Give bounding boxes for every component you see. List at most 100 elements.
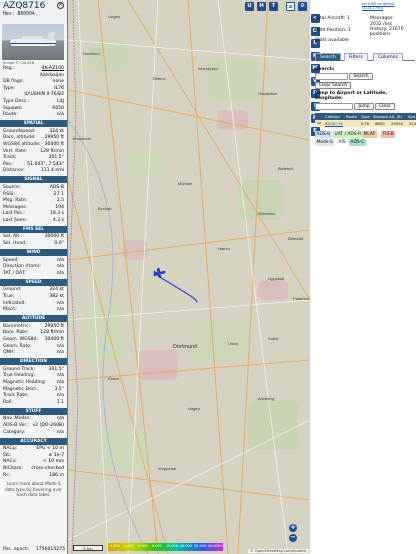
zoom-out-button[interactable]: −: [289, 533, 297, 542]
typedesc-row: Type Desc.: L4J: [3, 98, 64, 104]
with-position: With Position: 1: [315, 28, 351, 33]
direction-label: Track Rate:: [3, 393, 29, 399]
col-callsign[interactable]: Callsign: [325, 113, 340, 120]
stats-available[interactable]: Stats available: [315, 38, 349, 43]
tab-filters[interactable]: Filters: [344, 53, 368, 61]
altitude-tick-label: 2,000: [110, 543, 120, 548]
jump-button[interactable]: Jump: [354, 102, 374, 110]
signal-label: Msg. Rate:: [3, 198, 28, 204]
github-link[interactable]: tar1090 on github (3.14.1750): [362, 2, 416, 10]
direction-row: Magnetic Heading: n/a: [0, 380, 67, 387]
speed-group: Ground: 324 kt True: 382 kt Indicated: n/a Mac…: [0, 287, 67, 313]
col-squawk[interactable]: Squawk: [373, 113, 388, 120]
row-altitude: 29950: [391, 121, 404, 126]
search-button[interactable]: Search: [349, 73, 373, 80]
signal-row: Last Seen: 4.2 s: [0, 218, 67, 225]
accuracy-label: NACp:: [3, 446, 18, 452]
col-route[interactable]: Route: [346, 113, 357, 120]
registration-link[interactable]: 4K-AZ100: [42, 66, 64, 73]
aircraft-photo[interactable]: [2, 24, 64, 60]
map-scale: 2 km: [73, 545, 103, 551]
direction-value: n/a: [56, 373, 64, 379]
country: Azerbaijan: [39, 72, 64, 78]
altitude-value: 128 ft/min: [40, 330, 64, 336]
search-input[interactable]: [315, 73, 348, 80]
land-use-area: [188, 320, 248, 360]
clear-button[interactable]: Clear: [375, 102, 395, 110]
source-legend-3[interactable]: TIS-B: [381, 131, 396, 138]
country-flag-icon: AZ: [317, 121, 322, 125]
reg-row: Reg.: 4K-AZ100: [3, 66, 64, 73]
sidebar-tabs: Search Filters Columns: [315, 53, 415, 61]
city-label: Dortmund: [173, 344, 197, 350]
section-fms: FMS SEL: [0, 225, 67, 233]
table-row[interactable]: AZ AZQ8716 IL76 6650 29950 324: [315, 120, 416, 127]
map-button-t[interactable]: T: [269, 2, 278, 11]
signal-row: Source: ADS-B: [0, 185, 67, 192]
city-label: Lippstadt: [268, 276, 285, 281]
col-altitude[interactable]: Alt. (ft): [389, 113, 402, 120]
direction-row: True Heading: n/a: [0, 373, 67, 380]
map-attribution[interactable]: © OpenStreetMap contributors.: [248, 549, 309, 553]
jump-input[interactable]: [315, 103, 353, 110]
city-label: Hamm: [218, 246, 230, 251]
source-legend-row-1: ADS-B UAT / ADS-R MLAT TIS-B: [315, 131, 416, 138]
altitude-tick-label: 40,000+: [208, 543, 223, 548]
city-label: Paderborn: [293, 296, 310, 301]
stuff-label: Nav. Modes:: [3, 416, 31, 422]
speed-row: Mach: n/a: [0, 307, 67, 314]
altitude-tick-label: 6,000: [138, 543, 148, 548]
spatial-row: WGS84 altitude: 30400 ft: [0, 142, 67, 149]
source-legend-2[interactable]: MLAT: [362, 131, 377, 138]
tab-columns[interactable]: Columns: [373, 53, 403, 61]
section-accuracy: ACCURACY: [0, 437, 67, 445]
col-type[interactable]: Type: [361, 113, 370, 120]
hex-code: 800004: [17, 12, 35, 17]
stuff-group: Nav. Modes: n/a ADS-B Ver.: v2 (DO-260B) Cat…: [0, 416, 67, 436]
accuracy-value: cross-checked: [31, 465, 64, 471]
speed-label: True:: [3, 294, 15, 300]
altitude-tick-label: 4,000: [124, 543, 134, 548]
altitude-tick-label: 30,000: [194, 543, 206, 548]
row-type: IL76: [361, 121, 370, 126]
source-legend-5[interactable]: AIS: [337, 139, 348, 146]
source-legend-6[interactable]: ADS-C: [349, 139, 366, 146]
altitude-row: Geom. WGS84: 30400 ft: [0, 337, 67, 344]
map-canvas[interactable]: Lingen Nordhorn Rheine Ibbenbüren Osnabrück B…: [68, 0, 310, 554]
source-legend-0[interactable]: ADS-B: [315, 131, 332, 138]
direction-label: True Heading:: [3, 373, 35, 379]
accuracy-label: NACv:: [3, 459, 17, 465]
layers-icon[interactable]: ≡: [286, 2, 295, 11]
row-callsign[interactable]: AZQ8716: [325, 120, 343, 127]
tab-search[interactable]: Search: [315, 53, 341, 61]
section-speed: SPEED: [0, 278, 67, 286]
aircraft-table-header: Callsign Route Type Squawk Alt. (ft) Spd: [315, 113, 416, 120]
fms-row: Sel. Head.: 0.0°: [0, 241, 67, 248]
learn-more-note: Learn more about Mode S data type by hov…: [4, 481, 63, 497]
map-button-u[interactable]: U: [245, 2, 254, 11]
wind-group: Speed: n/a Direction (from): n/a TAT / OAT: n…: [0, 258, 67, 278]
accuracy-row: NACp: EPU < 10 m: [0, 446, 67, 453]
row-speed: 324: [409, 121, 416, 126]
source-legend-4[interactable]: Mode-S: [315, 139, 335, 146]
map-view[interactable]: Lingen Nordhorn Rheine Ibbenbüren Osnabrück B…: [68, 0, 310, 554]
altitude-label: QNH:: [3, 350, 16, 356]
signal-group: Source: ADS-B RSSI: -27.1 Msg. Rate: 2.5 Messa…: [0, 185, 67, 225]
city-label: Rheine: [153, 76, 166, 81]
source-legend-1[interactable]: UAT / ADS-R: [333, 131, 363, 138]
messages-label: Messages:: [370, 16, 395, 21]
city-label: Enschede: [73, 136, 92, 141]
pos-epoch-footer: Pos. epoch: 1756014275: [0, 547, 67, 554]
fms-value: 0.0°: [54, 241, 64, 247]
map-button-h[interactable]: H: [257, 2, 266, 11]
clear-search-button[interactable]: Clear Search: [315, 82, 351, 89]
col-speed[interactable]: Spd: [408, 113, 415, 120]
callsign-title: AZQ8716: [3, 1, 46, 11]
altitude-tick-label: 8,000: [152, 543, 162, 548]
direction-row: Roll: 1.1: [0, 400, 67, 407]
settings-gear-icon[interactable]: ⚙: [298, 2, 307, 11]
stuff-value: v2 (DO-260B): [32, 422, 64, 428]
close-icon[interactable]: ×: [57, 2, 64, 9]
search-panel: Search: Search Clear Search Jump to Airp…: [315, 66, 415, 112]
zoom-in-button[interactable]: +: [289, 523, 297, 532]
